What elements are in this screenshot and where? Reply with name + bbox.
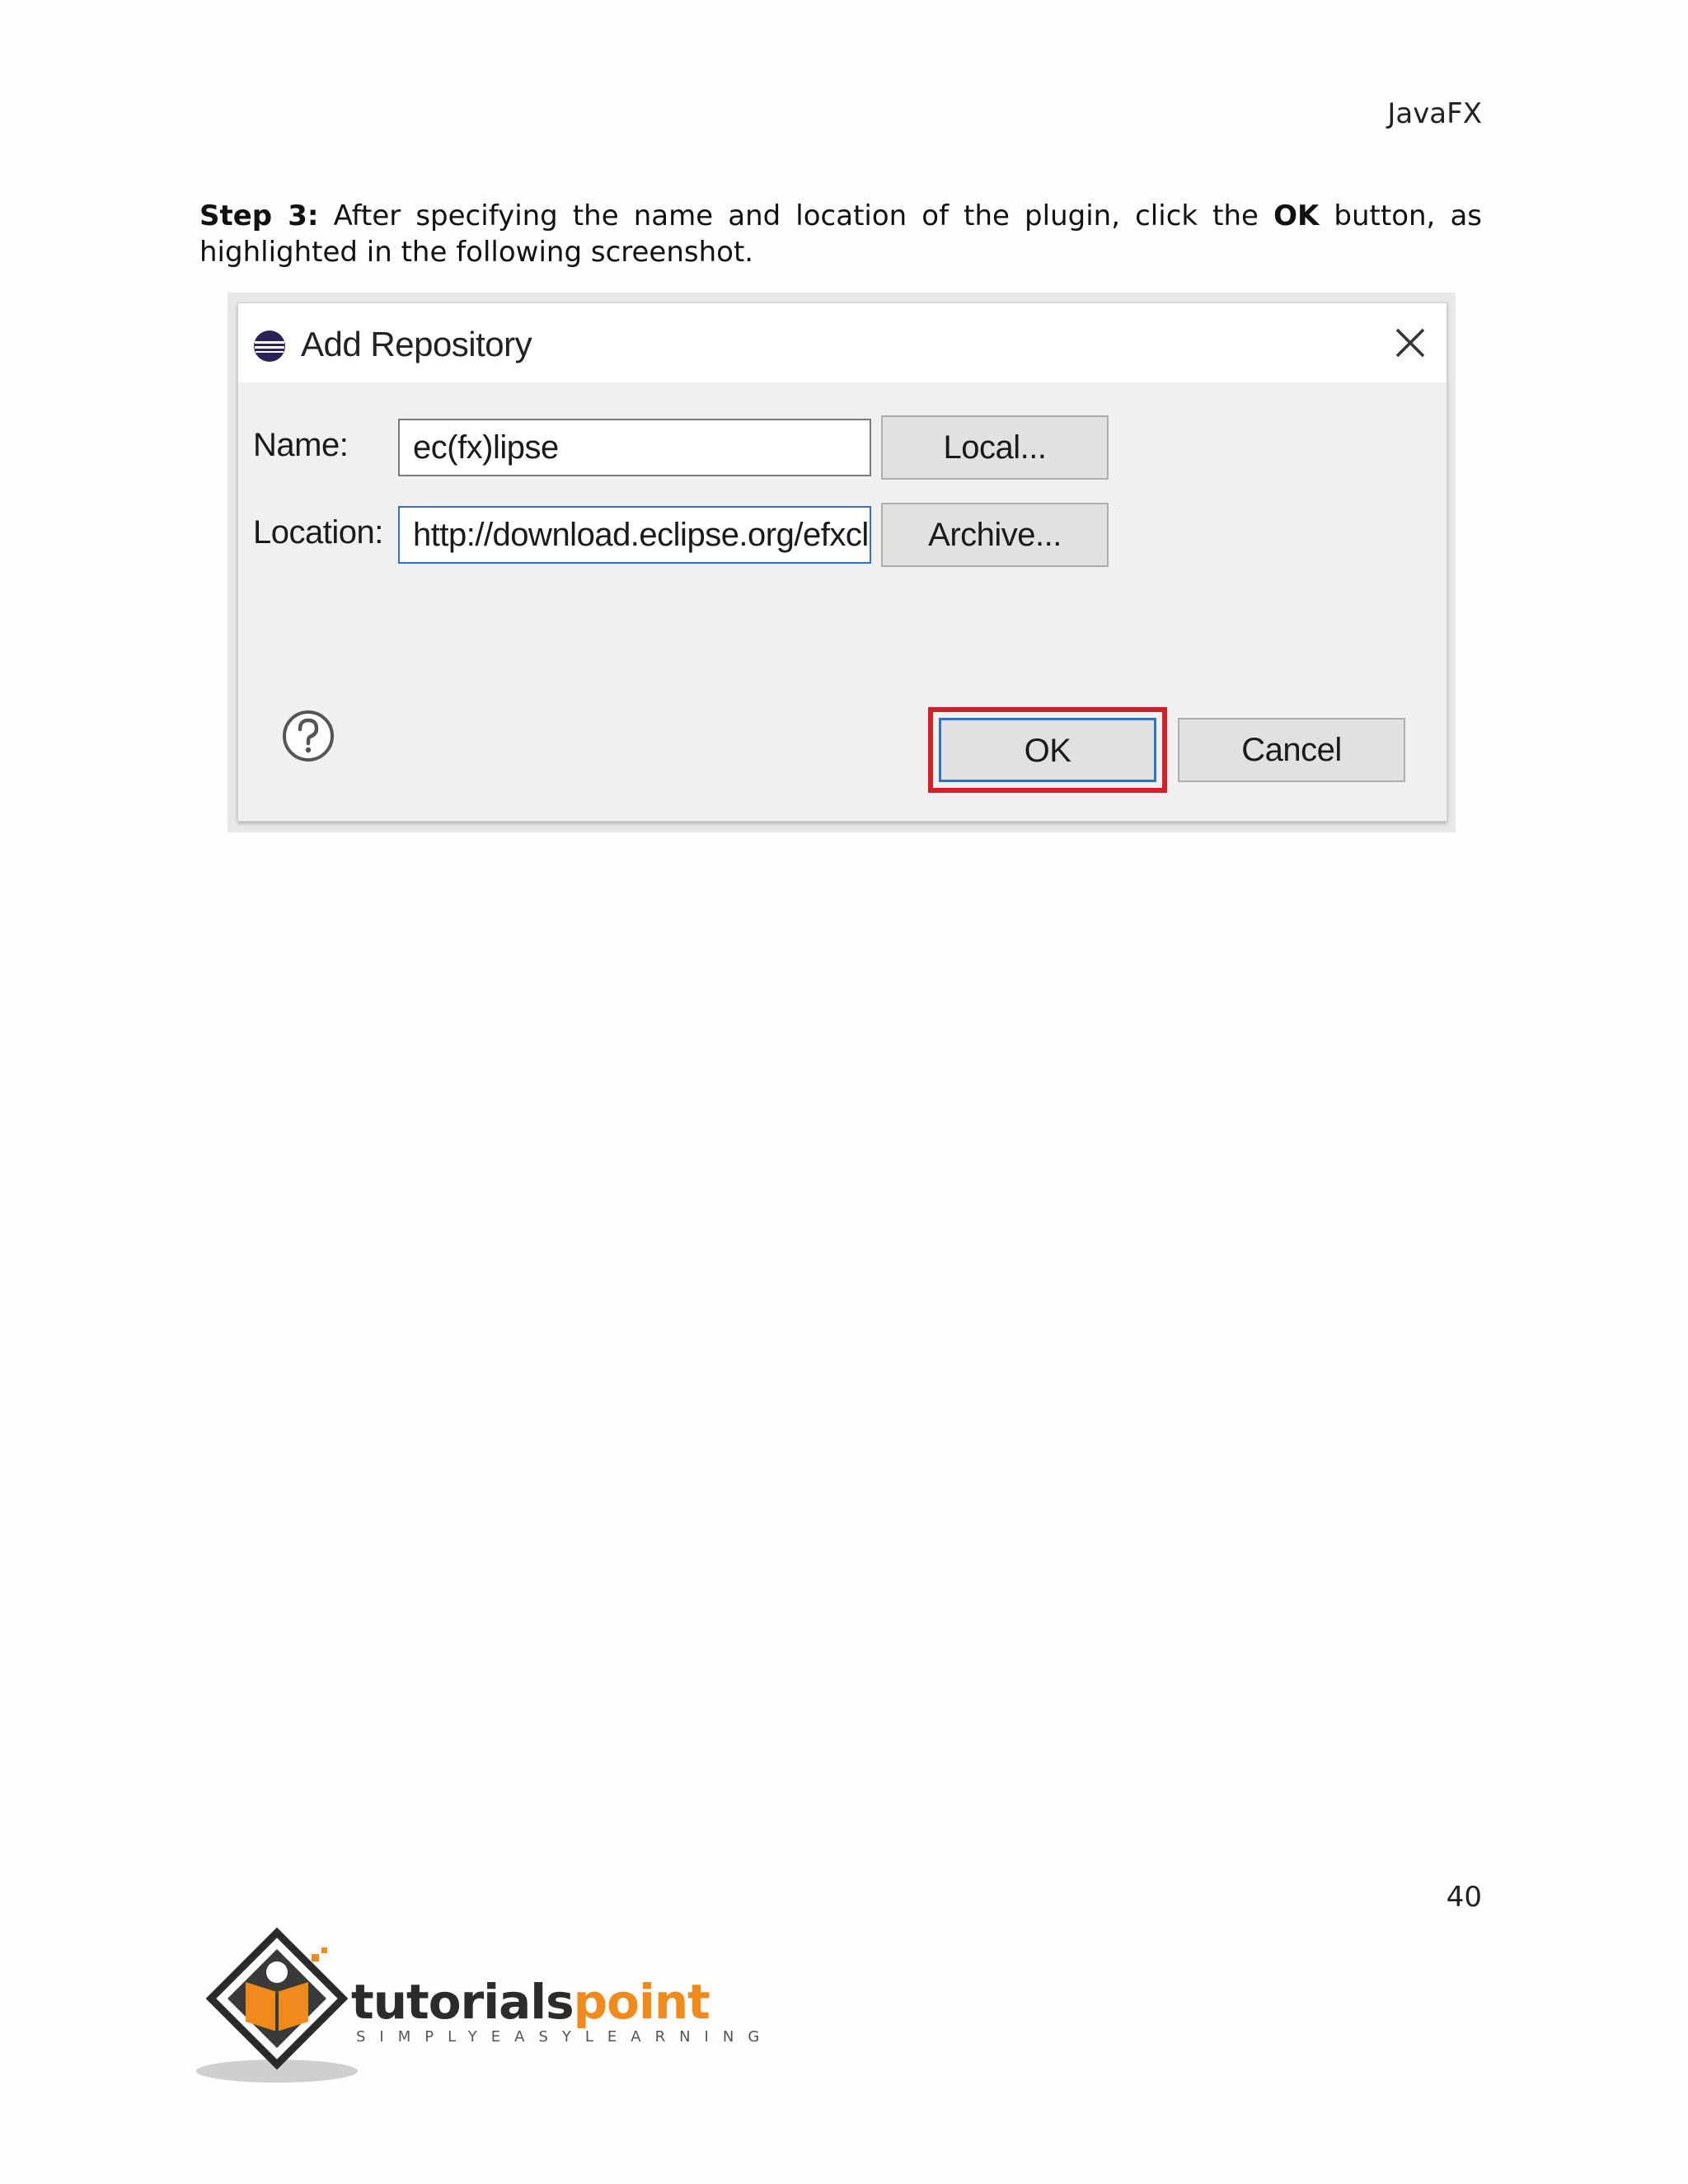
dialog-screenshot: Add Repository Name: ec(fx)lipse Local..… xyxy=(227,293,1456,832)
step-text-before: After specifying the name and location o… xyxy=(318,199,1274,232)
cancel-button[interactable]: Cancel xyxy=(1178,718,1405,782)
help-icon[interactable] xyxy=(281,709,335,763)
ok-button[interactable]: OK xyxy=(939,718,1156,782)
step-paragraph: Step 3: After specifying the name and lo… xyxy=(199,198,1482,270)
logo-word-tutorials: tutorials xyxy=(351,1974,574,2030)
running-header: JavaFX xyxy=(1387,97,1482,130)
logo-wordmark: tutorialspoint xyxy=(351,1974,710,2030)
step-ok-word: OK xyxy=(1273,199,1320,232)
tutorialspoint-logo: tutorialspoint SIMPLYEASYLEARNING xyxy=(195,1924,759,2089)
logo-word-point: point xyxy=(573,1974,710,2030)
name-label: Name: xyxy=(253,427,349,463)
step-label: Step 3: xyxy=(199,199,319,232)
add-repository-dialog: Add Repository Name: ec(fx)lipse Local..… xyxy=(237,302,1447,822)
logo-tagline: SIMPLYEASYLEARNING xyxy=(356,2028,774,2046)
dialog-titlebar: Add Repository xyxy=(238,303,1447,382)
page-number: 40 xyxy=(1446,1881,1482,1914)
close-icon[interactable] xyxy=(1392,325,1428,361)
name-field[interactable]: ec(fx)lipse xyxy=(398,419,871,476)
location-label: Location: xyxy=(253,514,383,551)
logo-mark-icon xyxy=(196,1927,358,2083)
archive-button[interactable]: Archive... xyxy=(881,503,1109,567)
local-button[interactable]: Local... xyxy=(881,415,1109,480)
dialog-title: Add Repository xyxy=(301,325,532,363)
location-field[interactable]: http://download.eclipse.org/efxclipse/up… xyxy=(398,506,871,564)
eclipse-icon xyxy=(254,330,285,362)
